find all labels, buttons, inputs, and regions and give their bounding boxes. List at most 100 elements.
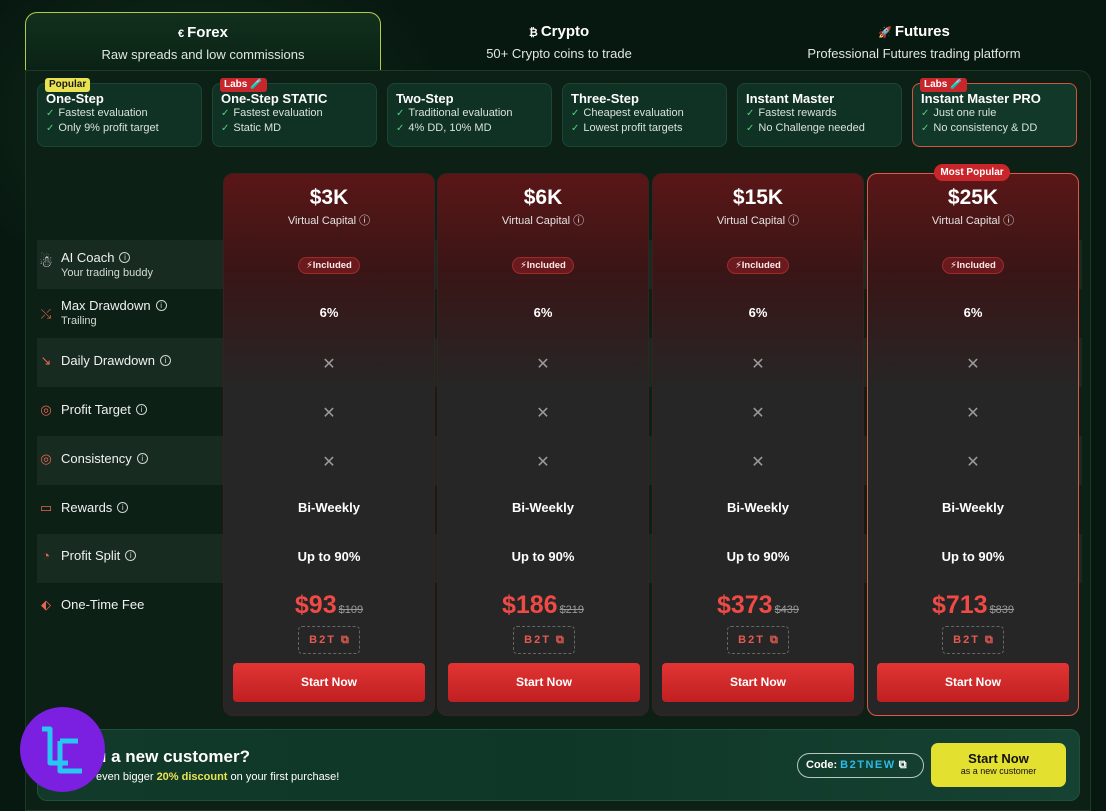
cross-icon: ✕ [751,454,765,471]
check-icon: ✓ [571,108,580,119]
info-icon[interactable]: i [136,453,148,464]
info-icon[interactable]: ⓘ [1003,215,1014,227]
cell-rewards: Bi-Weekly [298,500,360,515]
robot-icon: ☃ [38,254,54,271]
start-now-button[interactable]: Start Now [233,663,425,702]
cell-ai: ⚡Included [437,256,649,274]
labs-badge: Labs 🧪 [920,78,967,92]
start-now-button[interactable]: Start Now [448,663,640,702]
new-customer-start-button[interactable]: Start Now as a new customer [931,743,1066,787]
tab-crypto-desc: 50+ Crypto coins to trade [486,46,632,61]
cross-icon: ✕ [966,356,980,373]
label-consistency: ◎ Consistency i [37,451,217,471]
info-icon[interactable]: ⓘ [788,215,799,227]
copy-icon[interactable]: ⧉ [985,634,993,646]
program-title: One-Step STATIC [221,91,328,106]
program-feature: ✓ Just one rule [921,107,997,119]
plan-price: $93 $109 [223,591,435,620]
info-icon[interactable]: i [119,252,131,263]
row-label: One-Time Fee [61,597,145,612]
start-now-button[interactable]: Start Now [877,663,1069,702]
row-label: AI Coach [61,250,115,265]
copy-icon[interactable]: ⧉ [341,634,349,646]
program-card-instant-master[interactable]: Instant Master ✓ Fastest rewards ✓ No Chal… [737,83,902,147]
start-now-button[interactable]: Start Now [662,663,854,702]
check-icon: ✓ [746,123,755,134]
plan-capital: $15K [732,186,784,209]
plan-price: $713 $839 [867,591,1079,620]
row-label: Profit Split [61,548,121,563]
tab-crypto[interactable]: ₿ Crypto 50+ Crypto coins to trade [381,12,737,70]
included-badge: ⚡Included [942,257,1004,274]
program-card-three-step[interactable]: Three-Step ✓ Cheapest evaluation ✓ Lowest … [562,83,727,147]
info-icon[interactable]: i [117,502,129,513]
copy-icon[interactable]: ⧉ [899,759,907,771]
price-now: $93 [294,591,337,619]
info-icon[interactable]: i [135,404,147,415]
label-daily-drawdown: ↘ Daily Drawdown i [37,353,217,373]
row-label: Profit Target [61,402,131,417]
cash-icon: ▭ [39,500,53,515]
included-badge: ⚡Included [727,257,789,274]
program-card-two-step[interactable]: Two-Step ✓ Traditional evaluation ✓ 4% DD,… [387,83,552,147]
discount-code[interactable]: B2T ⧉ [513,626,575,654]
cell-profit-split: Up to 90% [726,549,790,564]
info-icon[interactable]: i [125,550,137,561]
row-label: Consistency [61,451,132,466]
program-card-one-step-static[interactable]: Labs 🧪 One-Step STATIC ✓ Fastest evaluati… [212,78,377,147]
info-icon[interactable]: ⓘ [359,215,370,227]
button-label: Start Now [968,751,1029,766]
cell-ai: ⚡Included [652,256,864,274]
cross-icon: ✕ [536,405,550,422]
program-feature: ✓ No consistency & DD [921,122,1038,134]
info-icon[interactable]: i [159,355,171,366]
tab-forex[interactable]: € Forex Raw spreads and low commissions [25,12,381,70]
euro-icon: € [178,28,185,40]
button-sublabel: as a new customer [960,766,1037,776]
price-old: $839 [989,604,1015,616]
cross-icon: ✕ [322,454,336,471]
info-icon[interactable]: i [155,300,167,311]
program-title: Three-Step [571,91,639,106]
program-feature: ✓ No Challenge needed [746,122,865,134]
cross-icon: ✕ [966,405,980,422]
program-title: Two-Step [396,91,454,106]
copy-icon[interactable]: ⧉ [770,634,778,646]
cell-max-dd: 6% [319,305,339,320]
rocket-icon: 🚀 [878,27,892,39]
cross-icon: ✕ [751,356,765,373]
plan-capital-label: Virtual Capital ⓘ [716,215,800,227]
logo-icon [42,726,82,774]
row-label: Rewards [61,500,113,515]
program-card-instant-master-pro[interactable]: Labs 🧪 Instant Master PRO ✓ Just one rule… [912,78,1077,147]
price-old: $439 [774,604,800,616]
promo-code-box[interactable]: Code: B2TNEW ⧉ [797,753,924,778]
discount-code[interactable]: B2T ⧉ [298,626,360,654]
price-now: $373 [716,591,773,619]
check-icon: ✓ [46,108,55,119]
banner-description: even bigger 20% discount on your first p… [96,771,340,783]
label-rewards: ▭ Rewards i [37,500,217,520]
info-icon[interactable]: ⓘ [573,215,584,227]
price-old: $219 [559,604,585,616]
label-profit-split: ◔ Profit Split i [37,548,217,568]
check-icon: ✓ [221,108,230,119]
copy-icon[interactable]: ⧉ [556,634,564,646]
discount-code[interactable]: B2T ⧉ [942,626,1004,654]
labs-badge: Labs 🧪 [220,78,267,92]
tab-futures[interactable]: 🚀 Futures Professional Futures trading pl… [737,12,1091,70]
banner-question: u a new customer? [96,747,250,766]
row-sublabel: Your trading buddy [61,267,153,279]
row-sublabel: Trailing [61,315,97,327]
cross-icon: ✕ [536,454,550,471]
discount-code[interactable]: B2T ⧉ [727,626,789,654]
bitcoin-icon: ₿ [528,27,538,39]
tab-forex-label: Forex [187,24,228,41]
program-card-one-step[interactable]: Popular One-Step ✓ Fastest evaluation ✓ On… [37,78,202,147]
tag-icon: ⬖ [41,597,51,612]
plan-price: $186 $219 [437,591,649,620]
program-feature: ✓ Cheapest evaluation [571,107,684,119]
drawdown-arrows-icon: ⤯ [40,306,52,321]
brand-logo [20,707,105,792]
included-badge: ⚡Included [298,257,360,274]
